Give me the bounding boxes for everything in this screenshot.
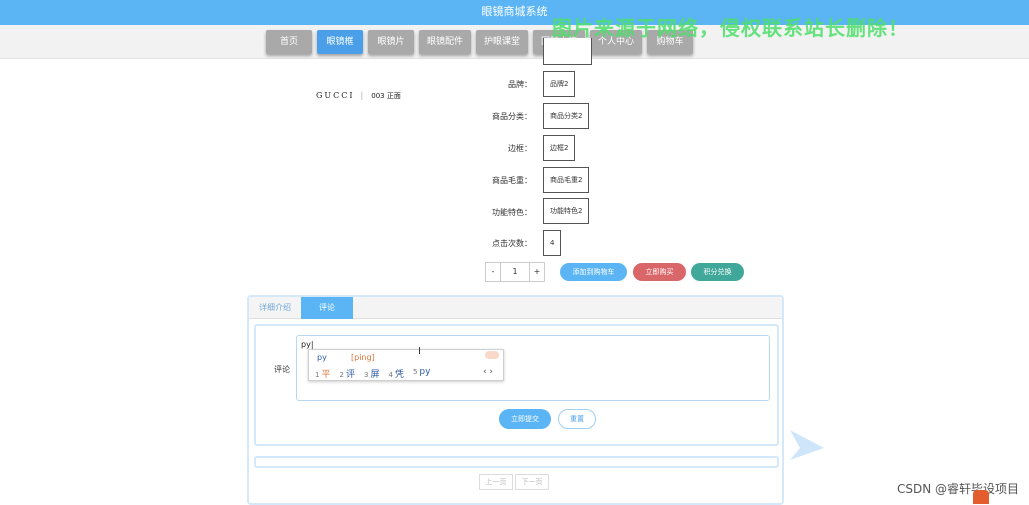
comment-list [254, 456, 779, 468]
app-title: 眼镜商城系统 [481, 5, 548, 18]
product-image[interactable]: GUCCI | 003 正面 [316, 91, 401, 101]
ime-candidate[interactable]: 1平 [315, 367, 330, 380]
ime-pinyin: [ping] [351, 353, 375, 362]
comment-text: py [301, 340, 311, 349]
field-value-weight: 商品毛重2 [543, 167, 590, 193]
submit-comment-button[interactable]: 立即提交 [499, 409, 551, 429]
ime-candidates: 1平 2评 3屏 4凭 5 py [315, 367, 430, 380]
field-value-frame: 边框2 [543, 135, 576, 161]
ime-candidate-popup: py [ping] 1平 2评 3屏 4凭 5 py ‹ › [308, 349, 504, 381]
text-caret: | [310, 340, 314, 349]
field-value-category: 商品分类2 [543, 103, 590, 129]
field-label-brand: 品牌： [508, 80, 532, 89]
field-value-features: 功能特色2 [543, 198, 590, 224]
pagination: 上一页 下一页 [479, 474, 549, 490]
ime-skin-icon [485, 351, 499, 359]
csdn-credit: CSDN @睿轩毕设项目 [897, 482, 1020, 496]
decorative-arrow-icon [790, 430, 824, 460]
tab-comments[interactable]: 评论 [301, 297, 353, 319]
prev-page-button[interactable]: 上一页 [479, 474, 513, 490]
watermark-text: 图片来源于网络，侵权联系站长删除！ [552, 16, 909, 40]
next-page-button[interactable]: 下一页 [515, 474, 549, 490]
field-label-category: 商品分类： [492, 112, 532, 121]
ime-input: py [317, 353, 327, 362]
reset-button[interactable]: 重置 [558, 409, 596, 429]
text-cursor-icon: I [418, 346, 421, 357]
field-label-frame: 边框： [508, 144, 532, 153]
comment-form: 评论 py| py [ping] 1平 2评 3屏 4凭 5 py ‹ › 立即提… [254, 324, 779, 446]
brand-logo: GUCCI [316, 91, 355, 100]
ime-candidate[interactable]: 4凭 [388, 367, 403, 380]
ime-candidate[interactable]: 2评 [339, 367, 354, 380]
tab-details[interactable]: 详细介绍 [249, 297, 301, 319]
nav-item-frames[interactable]: 眼镜框 [317, 30, 363, 54]
nav-item-lenses[interactable]: 眼镜片 [368, 30, 414, 54]
ime-candidate[interactable]: 3屏 [364, 367, 379, 380]
buy-now-button[interactable]: 立即购买 [633, 263, 686, 281]
field-label-weight: 商品毛重： [492, 176, 532, 185]
quantity-stepper: - 1 + [485, 262, 545, 282]
nav-item-accessories[interactable]: 眼镜配件 [419, 30, 472, 54]
comment-label: 评论 [274, 365, 290, 374]
quantity-input[interactable]: 1 [501, 262, 529, 282]
tab-bar: 详细介绍 评论 [249, 297, 782, 319]
points-exchange-button[interactable]: 积分兑换 [691, 263, 744, 281]
quantity-minus-button[interactable]: - [485, 262, 501, 282]
add-to-cart-button[interactable]: 添加到购物车 [560, 263, 627, 281]
nav-item-eye-care-class[interactable]: 护眼课堂 [476, 30, 529, 54]
ime-page-arrows-icon[interactable]: ‹ › [483, 367, 493, 377]
nav-item-home[interactable]: 首页 [266, 30, 312, 54]
ime-candidate[interactable]: 5 py [413, 367, 431, 380]
field-value-brand: 品牌2 [543, 71, 576, 97]
brand-model: 003 正面 [371, 92, 401, 100]
field-value-clicks: 4 [543, 230, 562, 256]
brand-separator: | [360, 91, 366, 100]
quantity-plus-button[interactable]: + [529, 262, 545, 282]
info-box-partial [543, 38, 592, 65]
csdn-logo-icon [973, 490, 989, 504]
field-label-clicks: 点击次数： [492, 239, 532, 248]
detail-tabs-panel: 详细介绍 评论 评论 py| py [ping] 1平 2评 3屏 4凭 5 py… [247, 295, 784, 505]
field-label-features: 功能特色： [492, 208, 532, 217]
